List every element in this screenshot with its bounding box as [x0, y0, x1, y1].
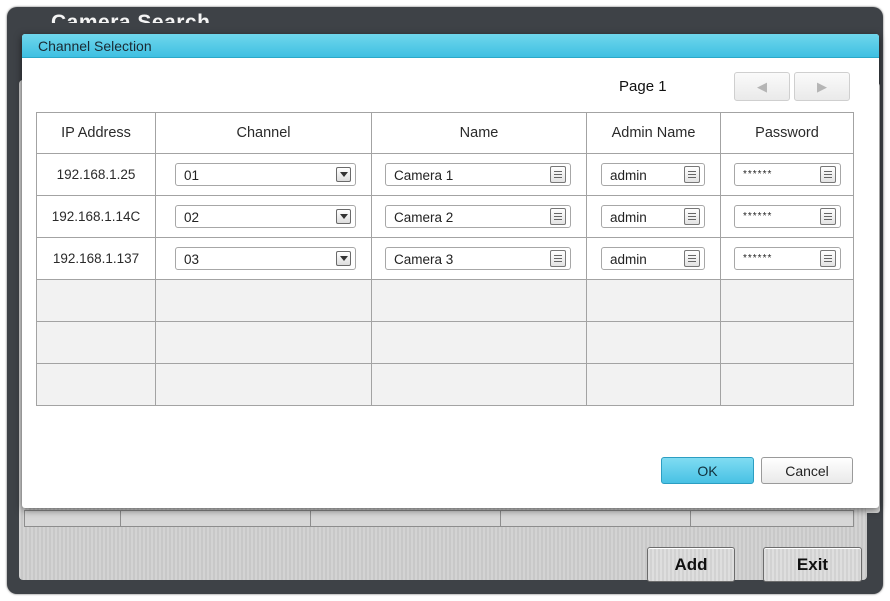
channel-selection-dialog: Channel Selection Page 1 ◀ ▶ IP Address … — [22, 34, 879, 508]
column-header-channel: Channel — [155, 112, 372, 154]
ok-button[interactable]: OK — [661, 457, 754, 484]
table-header-row: IP Address Channel Name Admin Name Passw… — [36, 112, 854, 154]
password-input[interactable]: ****** — [734, 205, 841, 228]
channel-value: 01 — [184, 168, 200, 183]
admin-name-input[interactable]: admin — [601, 247, 705, 270]
empty-table-row — [36, 363, 854, 406]
channel-value: 02 — [184, 210, 200, 225]
prev-page-button[interactable]: ◀ — [734, 72, 790, 101]
admin-name-value: admin — [610, 252, 647, 267]
password-value: ****** — [743, 211, 773, 222]
dropdown-arrow-icon[interactable] — [336, 209, 351, 224]
camera-search-list-header — [24, 510, 854, 527]
keyboard-icon[interactable] — [684, 166, 700, 183]
keyboard-icon[interactable] — [684, 208, 700, 225]
keyboard-icon[interactable] — [820, 208, 836, 225]
camera-name-input[interactable]: Camera 2 — [385, 205, 571, 228]
triangle-right-icon: ▶ — [817, 78, 827, 94]
admin-name-value: admin — [610, 168, 647, 183]
table-row: 192.168.1.14C 02 Camera 2 admin ****** — [36, 195, 854, 238]
table-row: 192.168.1.25 01 Camera 1 admin ****** — [36, 153, 854, 196]
add-button[interactable]: Add — [647, 547, 735, 582]
triangle-left-icon: ◀ — [757, 78, 767, 94]
keyboard-icon[interactable] — [550, 250, 566, 267]
admin-name-value: admin — [610, 210, 647, 225]
page-indicator: Page 1 — [619, 78, 667, 95]
camera-name-value: Camera 1 — [394, 168, 454, 183]
column-header-password: Password — [720, 112, 854, 154]
column-header-admin-name: Admin Name — [586, 112, 721, 154]
table-row: 192.168.1.137 03 Camera 3 admin ****** — [36, 237, 854, 280]
channel-value: 03 — [184, 252, 200, 267]
camera-name-value: Camera 2 — [394, 210, 454, 225]
camera-name-input[interactable]: Camera 1 — [385, 163, 571, 186]
empty-table-row — [36, 321, 854, 364]
camera-name-value: Camera 3 — [394, 252, 454, 267]
ip-address-cell: 192.168.1.25 — [36, 153, 156, 196]
column-header-name: Name — [371, 112, 587, 154]
camera-name-input[interactable]: Camera 3 — [385, 247, 571, 270]
exit-button[interactable]: Exit — [763, 547, 862, 582]
ip-address-cell: 192.168.1.14C — [36, 195, 156, 238]
keyboard-icon[interactable] — [684, 250, 700, 267]
empty-table-row — [36, 279, 854, 322]
password-value: ****** — [743, 253, 773, 264]
dropdown-arrow-icon[interactable] — [336, 167, 351, 182]
dropdown-arrow-icon[interactable] — [336, 251, 351, 266]
keyboard-icon[interactable] — [820, 250, 836, 267]
dialog-title: Channel Selection — [38, 38, 152, 54]
ip-address-cell: 192.168.1.137 — [36, 237, 156, 280]
cancel-button[interactable]: Cancel — [761, 457, 853, 484]
next-page-button[interactable]: ▶ — [794, 72, 850, 101]
keyboard-icon[interactable] — [820, 166, 836, 183]
admin-name-input[interactable]: admin — [601, 163, 705, 186]
channel-select[interactable]: 01 — [175, 163, 356, 186]
keyboard-icon[interactable] — [550, 208, 566, 225]
channel-select[interactable]: 02 — [175, 205, 356, 228]
password-input[interactable]: ****** — [734, 247, 841, 270]
password-input[interactable]: ****** — [734, 163, 841, 186]
camera-search-title: Camera Search — [51, 11, 211, 23]
channel-select[interactable]: 03 — [175, 247, 356, 270]
channel-table: IP Address Channel Name Admin Name Passw… — [36, 112, 854, 406]
dialog-title-bar: Channel Selection — [22, 34, 879, 58]
password-value: ****** — [743, 169, 773, 180]
admin-name-input[interactable]: admin — [601, 205, 705, 228]
keyboard-icon[interactable] — [550, 166, 566, 183]
column-header-ip: IP Address — [36, 112, 156, 154]
